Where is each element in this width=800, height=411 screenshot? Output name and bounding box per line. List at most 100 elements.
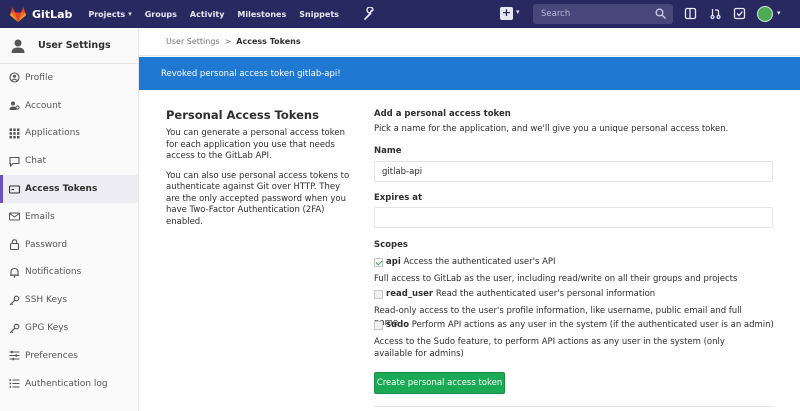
sidebar-item-account[interactable]: Account <box>0 92 138 120</box>
account-icon <box>9 101 20 111</box>
sidebar-item-label: Applications <box>25 128 80 139</box>
ssh-keys-icon <box>9 295 20 306</box>
todo-check-icon[interactable] <box>733 7 746 20</box>
scope-read-user-checkbox[interactable] <box>374 289 383 299</box>
scopes-label: Scopes <box>374 240 408 250</box>
form-heading: Add a personal access token <box>374 109 511 119</box>
scope-sudo-checkbox[interactable] <box>374 320 383 330</box>
gpg-keys-icon <box>9 323 20 333</box>
nav-snippets-label: Snippets <box>299 9 339 19</box>
sidebar-item-label: Chat <box>25 156 47 167</box>
preferences-icon <box>9 351 20 361</box>
sidebar-item-preferences[interactable]: Preferences <box>0 342 138 370</box>
sidebar-header[interactable]: User Settings <box>0 28 138 64</box>
gitlab-logo[interactable]: GitLab <box>10 6 73 22</box>
search-placeholder: Search <box>541 9 571 19</box>
chevron-down-icon: ▾ <box>777 9 781 17</box>
emails-icon <box>9 212 20 221</box>
intro-paragraph-2: You can also use personal access tokens … <box>166 170 350 227</box>
sidebar-item-label: Access Tokens <box>25 184 98 195</box>
nav-projects-label: Projects <box>88 9 126 19</box>
merge-request-icon[interactable] <box>709 7 722 20</box>
profile-icon <box>9 72 20 83</box>
sidebar-item-gpg-keys[interactable]: GPG Keys <box>0 314 138 342</box>
nav-milestones[interactable]: Milestones <box>237 10 286 19</box>
avatar[interactable] <box>757 6 773 22</box>
scope-read-user-label: Read the authenticated user's personal i… <box>435 289 656 299</box>
sidebar-item-emails[interactable]: Emails <box>0 203 138 231</box>
name-label: Name <box>374 146 402 156</box>
scope-read-user-name: read_user <box>386 289 434 299</box>
scope-api-description: Full access to GitLab as the user, inclu… <box>374 274 738 284</box>
breadcrumb-current: Access Tokens <box>236 37 301 46</box>
create-token-button[interactable]: Create personal access token <box>374 372 505 394</box>
chat-icon <box>9 156 20 167</box>
nav-milestones-label: Milestones <box>237 9 287 19</box>
scope-sudo-name: sudo <box>386 320 410 330</box>
scope-sudo: sudo Perform API actions as any user in … <box>374 320 774 330</box>
sidebar-item-profile[interactable]: Profile <box>0 64 138 92</box>
sidebar-item-label: SSH Keys <box>25 295 68 306</box>
sidebar-item-authentication-log[interactable]: Authentication log <box>0 370 138 398</box>
sidebar-item-applications[interactable]: Applications <box>0 120 138 148</box>
scope-sudo-label: Perform API actions as any user in the s… <box>411 320 774 330</box>
search-input[interactable]: Search <box>533 4 673 24</box>
scope-api-checkbox[interactable] <box>374 257 383 267</box>
divider <box>374 406 774 407</box>
nav-activity[interactable]: Activity <box>190 10 225 19</box>
divider <box>139 55 800 56</box>
user-icon <box>11 39 25 53</box>
nav-groups-label: Groups <box>144 9 177 19</box>
intro-paragraph-1: You can generate a personal access token… <box>166 128 345 161</box>
sidebar-item-label: Authentication log <box>25 378 108 389</box>
sidebar-item-label: Password <box>25 239 68 250</box>
flash-notice: Revoked personal access token gitlab-api… <box>139 57 800 90</box>
nav-groups[interactable]: Groups <box>145 10 177 19</box>
authentication-log-icon <box>9 379 20 388</box>
notifications-icon <box>10 267 19 278</box>
form-subheading: Pick a name for the application, and we'… <box>374 124 729 134</box>
scope-read-user: read_user Read the authenticated user's … <box>374 289 655 299</box>
nav-activity-label: Activity <box>189 9 225 19</box>
token-form: Add a personal access token Pick a name … <box>374 109 774 394</box>
expires-label: Expires at <box>374 193 423 203</box>
sidebar-item-label: Preferences <box>25 350 78 361</box>
new-dropdown-button[interactable]: + <box>500 7 513 20</box>
sidebar-item-label: Profile <box>25 72 53 83</box>
search-icon <box>655 8 666 19</box>
intro-section: Personal Access Tokens You can generate … <box>166 108 356 236</box>
plus-icon: + <box>501 6 512 19</box>
flash-message: Revoked personal access token gitlab-api… <box>161 68 341 79</box>
panel-icon[interactable] <box>684 7 697 20</box>
settings-sidebar: User Settings Profile Account Applicatio… <box>0 28 139 411</box>
scope-api-label: Access the authenticated user's API <box>403 257 556 267</box>
expires-at-field[interactable] <box>374 207 773 228</box>
sidebar-item-notifications[interactable]: Notifications <box>0 259 138 287</box>
page-title: Personal Access Tokens <box>166 108 319 122</box>
top-navbar: GitLab Projects ▾ Groups Activity Milesto… <box>0 0 800 28</box>
password-icon <box>9 239 20 251</box>
name-field[interactable]: gitlab-api <box>374 161 773 182</box>
sidebar-title: User Settings <box>38 40 111 51</box>
breadcrumb-separator: > <box>224 37 232 46</box>
sidebar-item-ssh-keys[interactable]: SSH Keys <box>0 286 138 314</box>
applications-icon <box>9 128 20 139</box>
sidebar-item-label: Account <box>25 100 62 111</box>
sidebar-item-password[interactable]: Password <box>0 231 138 259</box>
breadcrumb-parent-link[interactable]: User Settings <box>166 37 220 46</box>
scope-api-name: api <box>386 257 401 267</box>
sidebar-item-chat[interactable]: Chat <box>0 147 138 175</box>
sidebar-item-access-tokens[interactable]: Access Tokens <box>0 175 138 203</box>
nav-projects[interactable]: Projects ▾ <box>88 10 131 19</box>
gitlab-tanuki-icon <box>10 6 26 22</box>
access-tokens-icon <box>9 185 20 194</box>
nav-snippets[interactable]: Snippets <box>299 10 339 19</box>
wrench-icon[interactable] <box>362 7 376 21</box>
chevron-down-icon: ▾ <box>516 8 520 16</box>
scope-sudo-description: Access to the Sudo feature, to perform A… <box>374 337 725 359</box>
sidebar-item-label: Notifications <box>25 267 82 278</box>
chevron-down-icon: ▾ <box>128 10 132 18</box>
brand-name: GitLab <box>32 7 73 21</box>
scope-api: api Access the authenticated user's API <box>374 257 556 267</box>
breadcrumb: User Settings > Access Tokens <box>166 37 301 46</box>
